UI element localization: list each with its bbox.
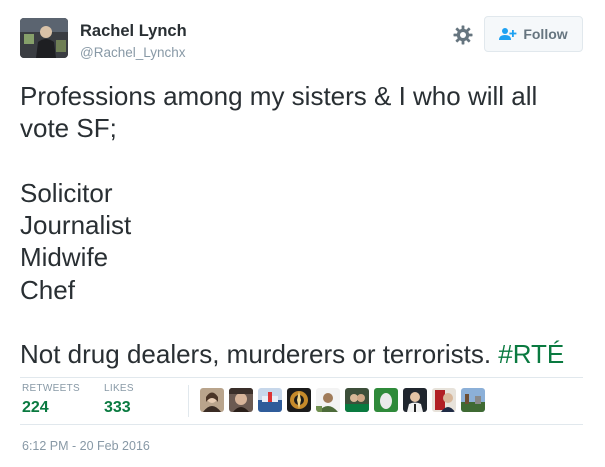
tweet-line: Chef [20,274,75,305]
likes-stat[interactable]: LIKES 333 [104,383,134,417]
tweet-line: Journalist [20,210,132,241]
liker-avatar[interactable] [374,388,398,412]
tweet-timestamp[interactable]: 6:12 PM - 20 Feb 2016 [22,439,150,453]
retweets-label: RETWEETS [22,383,80,394]
tweet-line [20,306,586,338]
author-handle[interactable]: @Rachel_Lynchx [80,45,186,60]
author-avatar[interactable] [20,18,68,58]
liker-avatar[interactable] [258,388,282,412]
tweet-line [20,145,586,177]
tweet-line: vote SF; [20,113,117,144]
author-name[interactable]: Rachel Lynch [80,22,187,41]
liker-avatar[interactable] [345,388,369,412]
tweet-line: Professions among my sisters & I who wil… [20,81,538,111]
liker-avatar[interactable] [287,388,311,412]
divider-bottom [20,424,583,425]
likes-count: 333 [104,399,131,416]
divider-top [20,377,583,378]
hashtag-link[interactable]: #RTÉ [498,339,564,369]
liker-avatar[interactable] [200,388,224,412]
tweet-header: Rachel Lynch @Rachel_Lynchx Follow [20,14,586,62]
tweet-line-text: Not drug dealers, murderers or terrorist… [20,339,492,370]
liker-avatars [200,388,485,412]
tweet-line: Midwife [20,242,109,273]
tweet-line: Solicitor [20,177,113,208]
follow-button[interactable]: Follow [484,16,583,52]
liker-avatar[interactable] [461,388,485,412]
stats-separator [188,385,189,417]
liker-avatar[interactable] [432,388,456,412]
add-user-icon [499,27,517,41]
gear-icon[interactable] [452,24,474,46]
retweets-stat[interactable]: RETWEETS 224 [22,383,80,417]
likes-label: LIKES [104,383,134,394]
retweets-count: 224 [22,399,49,416]
tweet-last-line: Not drug dealers, murderers or terrorist… [20,338,586,370]
liker-avatar[interactable] [316,388,340,412]
tweet-text: Professions among my sisters & I who wil… [20,80,586,371]
liker-avatar[interactable] [229,388,253,412]
tweet-stats: RETWEETS 224 LIKES 333 [20,379,583,427]
follow-button-label: Follow [523,26,568,42]
liker-avatar[interactable] [403,388,427,412]
